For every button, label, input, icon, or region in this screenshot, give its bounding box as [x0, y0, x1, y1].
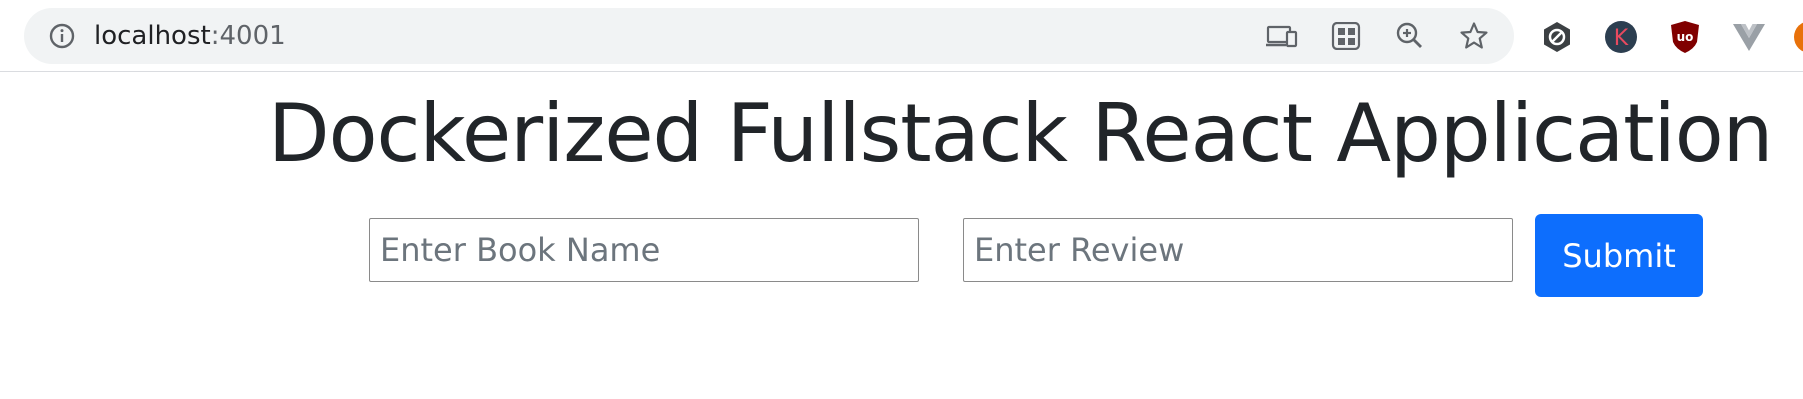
svg-text:uo: uo	[1677, 30, 1694, 44]
install-app-icon[interactable]	[1266, 22, 1298, 50]
hexagon-extension-icon[interactable]	[1540, 20, 1574, 54]
k-extension-icon[interactable]: K	[1604, 20, 1638, 54]
page-title: Dockerized Fullstack React Application	[268, 87, 1773, 180]
orange-extension-icon[interactable]	[1793, 20, 1803, 54]
url-text[interactable]: localhost:4001	[94, 20, 286, 52]
zoom-icon[interactable]	[1394, 22, 1426, 50]
ublock-origin-icon[interactable]: uo	[1668, 20, 1702, 54]
vue-devtools-icon[interactable]	[1732, 20, 1766, 54]
book-name-input[interactable]	[369, 218, 919, 282]
bookmark-star-icon[interactable]	[1458, 22, 1490, 50]
url-host: localhost	[94, 21, 211, 51]
address-bar[interactable]: localhost:4001	[24, 8, 1514, 64]
review-input[interactable]	[963, 218, 1513, 282]
svg-text:K: K	[1614, 26, 1629, 51]
qr-code-icon[interactable]	[1330, 22, 1362, 50]
page-content: Dockerized Fullstack React Application S…	[0, 72, 1803, 399]
browser-toolbar: localhost:4001 K uo	[0, 0, 1803, 72]
url-port: :4001	[210, 21, 286, 51]
submit-button[interactable]: Submit	[1535, 214, 1703, 297]
info-icon[interactable]	[48, 22, 76, 50]
